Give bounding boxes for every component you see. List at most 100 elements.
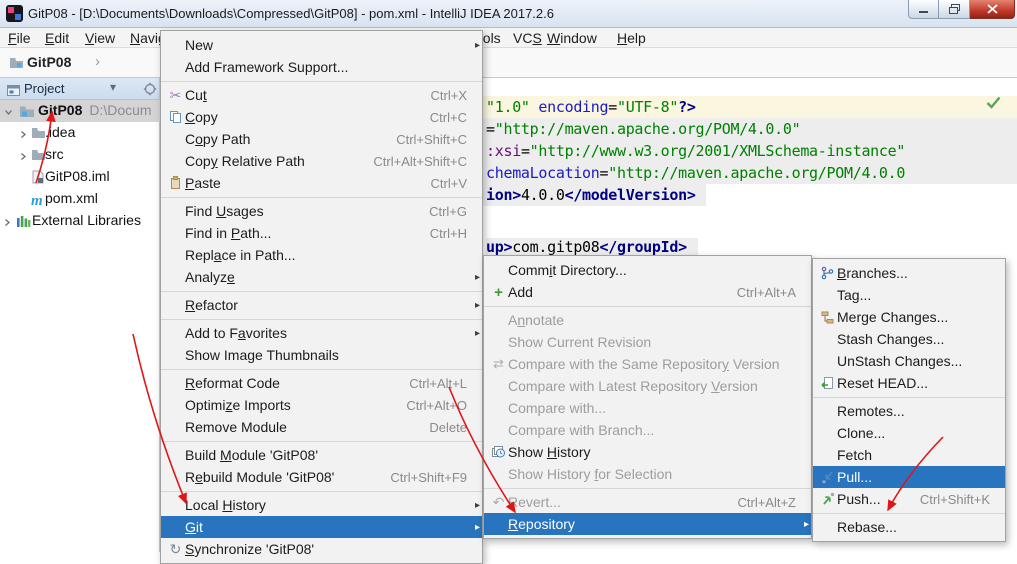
menu-item-label: Rebuild Module 'GitP08' (185, 469, 334, 485)
tree-item-idea[interactable]: .idea (0, 122, 160, 144)
context-menu-item-show-image-thumbnails[interactable]: Show Image Thumbnails (161, 344, 482, 366)
tree-item-gitp08[interactable]: GitP08D:\Docum (0, 100, 160, 122)
push-icon (818, 491, 837, 507)
restore-icon[interactable] (939, 0, 970, 19)
tree-item-src[interactable]: src (0, 144, 160, 166)
context-menu-item-analyze[interactable]: Analyze▸ (161, 266, 482, 288)
menu-item-label: Merge Changes... (837, 309, 948, 325)
context-menu-item-new[interactable]: New▸ (161, 34, 482, 56)
git-submenu-item-commit-directory[interactable]: Commit Directory... (484, 259, 811, 281)
context-menu-item-refactor[interactable]: Refactor ▸ (161, 294, 482, 316)
repository-submenu-item-pull[interactable]: Pull... (813, 466, 1005, 488)
menu-separator (161, 441, 482, 442)
project-view-dropdown-icon[interactable]: ▾ (110, 80, 116, 94)
menu-item-shortcut: Ctrl+Alt+Z (737, 495, 796, 510)
context-menu-item-build-module-gitp08[interactable]: Build Module 'GitP08' (161, 444, 482, 466)
repository-submenu-item-stash-changes[interactable]: Stash Changes... (813, 328, 1005, 350)
repository-submenu-item-remotes[interactable]: Remotes... (813, 400, 1005, 422)
context-menu-item-find-in-path[interactable]: Find in Path...Ctrl+H (161, 222, 482, 244)
inspection-ok-check-icon[interactable] (986, 96, 1001, 114)
copy-icon (166, 109, 185, 125)
context-menu-item-paste[interactable]: PasteCtrl+V (161, 172, 482, 194)
project-panel-title: Project (24, 81, 64, 96)
undo-icon: ↶ (489, 494, 508, 510)
repository-submenu-item-reset-head[interactable]: Reset HEAD... (813, 372, 1005, 394)
breadcrumb[interactable]: GitP08 (27, 54, 71, 70)
menubar-item-window[interactable]: Window (547, 30, 597, 46)
context-menu-item-git[interactable]: Git▸ (161, 516, 482, 538)
repository-submenu-item-rebase[interactable]: Rebase... (813, 516, 1005, 538)
context-menu-item-add-to-favorites[interactable]: Add to Favorites▸ (161, 322, 482, 344)
no-icon (818, 287, 837, 303)
code-line: "1.0" encoding="UTF-8"?> (486, 98, 696, 116)
chevron-right-icon[interactable] (3, 214, 12, 230)
context-menu-item-add-framework-support[interactable]: Add Framework Support... (161, 56, 482, 78)
context-menu-item-copy-relative-path[interactable]: Copy Relative PathCtrl+Alt+Shift+C (161, 150, 482, 172)
close-icon[interactable] (970, 0, 1015, 19)
tree-item-label: .idea (45, 124, 75, 140)
project-panel-header[interactable]: Project ▾ (0, 78, 159, 100)
context-menu-item-copy-path[interactable]: Copy PathCtrl+Shift+C (161, 128, 482, 150)
repository-submenu-item-unstash-changes[interactable]: UnStash Changes... (813, 350, 1005, 372)
tree-item-label: GitP08D:\Docum (38, 102, 152, 118)
context-menu-item-find-usages[interactable]: Find UsagesCtrl+G (161, 200, 482, 222)
context-menu-item-copy[interactable]: CopyCtrl+C (161, 106, 482, 128)
minimize-icon[interactable] (908, 0, 939, 19)
chevron-down-icon[interactable] (4, 104, 13, 120)
repository-submenu-item-tag[interactable]: Tag... (813, 284, 1005, 306)
no-icon (166, 153, 185, 169)
pull-icon (818, 469, 837, 485)
no-icon (166, 397, 185, 413)
no-icon (166, 203, 185, 219)
menubar-item-file[interactable]: File (8, 30, 31, 46)
menu-item-shortcut: Ctrl+V (431, 176, 467, 191)
repository-submenu-item-branches[interactable]: Branches... (813, 262, 1005, 284)
chevron-right-icon[interactable] (19, 148, 28, 164)
context-menu: New▸Add Framework Support...✂CutCtrl+XCo… (160, 30, 483, 564)
tree-item-gitp08-iml[interactable]: GitP08.iml (0, 166, 160, 188)
chevron-right-icon[interactable] (19, 126, 28, 142)
context-menu-item-reformat-code[interactable]: Reformat CodeCtrl+Alt+L (161, 372, 482, 394)
menu-item-label: Reset HEAD... (837, 375, 928, 391)
iml-file-icon (31, 170, 45, 187)
menu-item-label: Local History (185, 497, 266, 513)
menubar-item-vcs[interactable]: VCS (513, 30, 542, 46)
menu-separator (161, 369, 482, 370)
menubar-item-help[interactable]: Help (617, 30, 646, 46)
tree-item-label: External Libraries (32, 212, 141, 228)
folder-icon (31, 126, 46, 142)
menu-item-label: Show Current Revision (508, 334, 651, 350)
context-menu-item-synchronize-gitp08[interactable]: ↻Synchronize 'GitP08' (161, 538, 482, 560)
repository-submenu-item-fetch[interactable]: Fetch (813, 444, 1005, 466)
context-menu-item-optimize-imports[interactable]: Optimize ImportsCtrl+Alt+O (161, 394, 482, 416)
merge-icon (818, 309, 837, 325)
context-menu-item-remove-module[interactable]: Remove ModuleDelete (161, 416, 482, 438)
context-menu-item-cut[interactable]: ✂CutCtrl+X (161, 84, 482, 106)
menu-separator (161, 491, 482, 492)
context-menu-item-rebuild-module-gitp08[interactable]: Rebuild Module 'GitP08'Ctrl+Shift+F9 (161, 466, 482, 488)
context-menu-item-replace-in-path[interactable]: Replace in Path... (161, 244, 482, 266)
menubar-item-edit[interactable]: Edit (45, 30, 69, 46)
git-submenu-item-show-history[interactable]: Show History (484, 441, 811, 463)
menu-item-label: Show History (508, 444, 591, 460)
menu-item-label: Refactor (185, 297, 238, 313)
repository-submenu-item-merge-changes[interactable]: Merge Changes... (813, 306, 1005, 328)
repository-submenu-item-clone[interactable]: Clone... (813, 422, 1005, 444)
tree-item-label: src (45, 146, 64, 162)
menu-separator (161, 319, 482, 320)
tree-item-pom-xml[interactable]: mpom.xml (0, 188, 160, 210)
context-menu-item-local-history[interactable]: Local History▸ (161, 494, 482, 516)
repository-submenu-item-push[interactable]: Push...Ctrl+Shift+K (813, 488, 1005, 510)
menubar-item-view[interactable]: View (85, 30, 115, 46)
git-submenu-item-repository[interactable]: Repository▸ (484, 513, 811, 535)
git-submenu-item-add[interactable]: +AddCtrl+Alt+A (484, 281, 811, 303)
gear-icon[interactable] (141, 81, 159, 97)
tree-item-external-libraries[interactable]: External Libraries (0, 210, 160, 232)
menu-item-label: Copy (185, 109, 218, 125)
menu-item-label: Optimize Imports (185, 397, 291, 413)
menu-item-label: Show History for Selection (508, 466, 672, 482)
submenu-arrow-icon: ▸ (796, 519, 809, 530)
submenu-arrow-icon: ▸ (467, 522, 480, 533)
project-folder-breadcrumb-icon (7, 54, 25, 70)
submenu-arrow-icon: ▸ (467, 300, 480, 311)
